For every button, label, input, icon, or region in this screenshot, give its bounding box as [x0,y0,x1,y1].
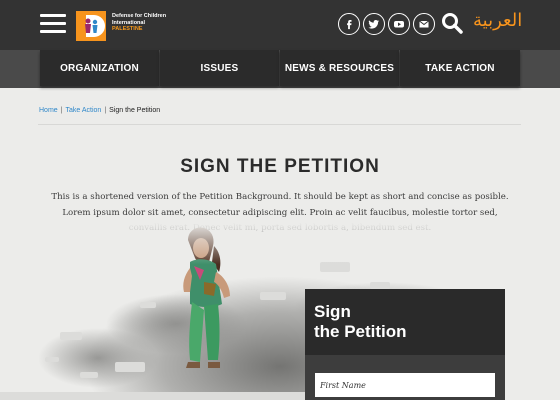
menu-icon[interactable] [40,14,66,34]
twitter-icon[interactable] [363,13,385,35]
first-name-field[interactable] [315,373,495,397]
breadcrumb-take-action-link[interactable]: Take Action [66,107,102,114]
dci-logo-icon[interactable] [76,11,106,41]
logo-text-line2: International [112,19,146,26]
petition-title-line1: Sign [314,302,351,321]
logo-text-line3: PALESTINE [112,26,143,33]
petition-title: Sign the Petition [314,302,494,342]
nav-item-organization[interactable]: ORGANIZATION [40,50,159,86]
breadcrumb-separator: | [104,107,107,114]
page-title: SIGN THE PETITION [180,156,380,177]
breadcrumb-separator: | [60,107,63,114]
nav-item-take-action[interactable]: TAKE ACTION [400,50,520,86]
email-icon[interactable] [413,13,435,35]
logo-text[interactable]: Defense for Children International PALES… [112,13,172,33]
facebook-icon[interactable] [338,13,360,35]
arabic-language-link[interactable]: العربية [473,10,522,31]
petition-panel: Sign the Petition [305,289,505,400]
search-icon[interactable] [441,12,463,34]
logo-text-line1: Defense for Children [112,13,167,19]
breadcrumb-home-link[interactable]: Home [39,107,58,114]
breadcrumb-current: Sign the Petition [109,107,161,114]
nav-item-issues[interactable]: ISSUES [160,50,279,86]
breadcrumb: Home | Take Action | Sign the Petition [39,107,160,114]
breadcrumb-divider [38,124,521,125]
petition-title-line2: the Petition [314,322,407,341]
youtube-icon[interactable] [388,13,410,35]
page-bottom-strip [0,392,305,400]
nav-item-news-resources[interactable]: NEWS & RESOURCES [280,50,399,86]
